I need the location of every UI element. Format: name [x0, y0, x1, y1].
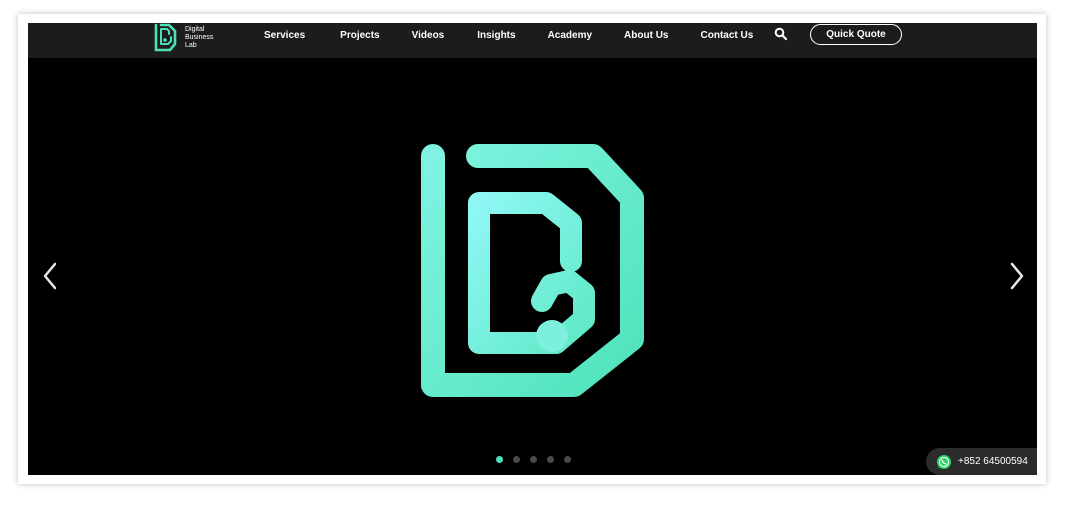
whatsapp-icon	[937, 454, 951, 469]
brand[interactable]: Digital Business Lab	[153, 23, 225, 53]
chevron-right-icon[interactable]	[1007, 260, 1027, 292]
chevron-left-icon[interactable]	[40, 260, 60, 292]
brand-name-line-3: Lab	[185, 42, 197, 49]
nav-item-services[interactable]: Services	[264, 30, 305, 41]
slider-dot-4[interactable]	[547, 456, 554, 463]
whatsapp-contact-button[interactable]: +852 64500594	[926, 448, 1037, 475]
nav-item-videos[interactable]: Videos	[412, 30, 445, 41]
nav-item-insights[interactable]: Insights	[477, 30, 515, 41]
search-icon[interactable]	[774, 27, 788, 41]
dbl-hero-logo	[421, 144, 644, 397]
nav-item-contact-us[interactable]: Contact Us	[701, 30, 754, 41]
nav-item-academy[interactable]: Academy	[548, 30, 592, 41]
brand-name-line-2: Business	[185, 34, 214, 41]
dbl-logo-icon	[154, 23, 177, 52]
page: Digital Business Lab Services Projects V…	[28, 23, 1037, 475]
main-nav: Services Projects Videos Insights Academ…	[264, 23, 753, 47]
whatsapp-phone: +852 64500594	[958, 456, 1028, 467]
brand-name: Digital Business Lab	[185, 26, 225, 50]
slider-dot-3[interactable]	[530, 456, 537, 463]
nav-item-projects[interactable]: Projects	[340, 30, 379, 41]
brand-name-line-1: Digital	[185, 26, 205, 33]
slider-dot-5[interactable]	[564, 456, 571, 463]
slider-dots	[496, 456, 571, 463]
slider-dot-2[interactable]	[513, 456, 520, 463]
slider-dot-1[interactable]	[496, 456, 503, 463]
quick-quote-button[interactable]: Quick Quote	[810, 24, 902, 45]
top-navbar: Digital Business Lab Services Projects V…	[28, 23, 1037, 58]
nav-item-about-us[interactable]: About Us	[624, 30, 668, 41]
